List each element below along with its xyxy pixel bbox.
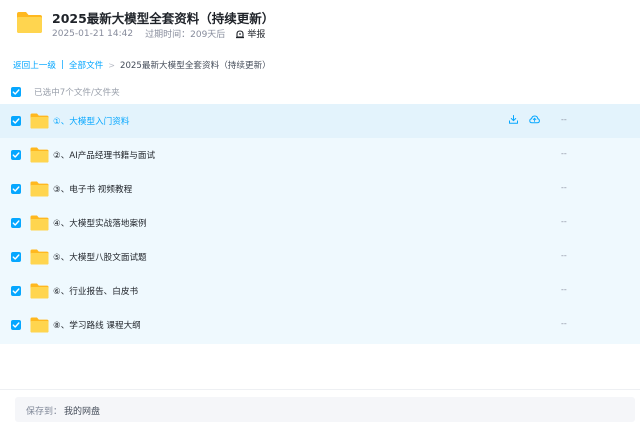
file-name[interactable]: ⑥、行业报告、白皮书 [53, 285, 138, 297]
chevron-right-icon: > [108, 60, 115, 70]
file-size: -- [561, 319, 567, 328]
list-item[interactable]: ④、大模型实战落地案例 -- [0, 206, 640, 240]
folder-icon [30, 113, 49, 129]
file-size: -- [561, 251, 567, 260]
share-title: 2025最新大模型全套资料（持续更新） [52, 11, 275, 26]
expiry-value: 209天后 [190, 30, 226, 40]
file-name[interactable]: ②、AI产品经理书籍与面试 [53, 149, 155, 161]
report-button[interactable]: 举报 [235, 27, 265, 40]
save-label-text: 保存到： [26, 407, 63, 417]
select-all-bar: 已选中7个文件/文件夹 [0, 82, 640, 102]
checkmark-icon [12, 322, 20, 328]
download-icon [509, 115, 518, 124]
report-icon [236, 29, 245, 38]
expiry-label: 过期时间： [145, 30, 191, 40]
file-name[interactable]: ①、大模型入门资料 [53, 115, 129, 127]
selection-summary: 已选中7个文件/文件夹 [34, 88, 120, 98]
file-name[interactable]: ⑧、学习路线 课程大纲 [53, 319, 141, 331]
folder-icon [30, 147, 49, 163]
checkmark-icon [12, 89, 20, 95]
share-meta: 2025-01-21 14:42 过期时间： 209天后 举报 [52, 27, 265, 41]
row-checkbox[interactable] [11, 320, 21, 330]
breadcrumb-divider: | [60, 60, 64, 70]
folder-icon [30, 317, 49, 333]
file-name[interactable]: ⑤、大模型八股文面试题 [53, 251, 147, 263]
row-checkbox[interactable] [11, 252, 21, 262]
folder-icon [30, 283, 49, 299]
checkmark-icon [12, 288, 20, 294]
file-name[interactable]: ④、大模型实战落地案例 [53, 217, 147, 229]
folder-icon [30, 181, 49, 197]
all-files-link[interactable]: 全部文件 [69, 59, 103, 71]
list-item[interactable]: ①、大模型入门资料 -- [0, 104, 640, 138]
save-to-cloud-button[interactable] [529, 114, 540, 125]
list-item[interactable]: ⑧、学习路线 课程大纲 -- [0, 308, 640, 342]
select-all-checkbox[interactable] [11, 87, 21, 97]
checkmark-icon [12, 152, 20, 158]
save-target[interactable]: 我的网盘 [64, 407, 100, 417]
save-to-label: 保存到： 我的网盘 [26, 404, 100, 417]
folder-icon [17, 12, 42, 33]
list-item[interactable]: ⑤、大模型八股文面试题 -- [0, 240, 640, 274]
file-size: -- [561, 149, 567, 158]
folder-icon [30, 249, 49, 265]
row-checkbox[interactable] [11, 286, 21, 296]
file-size: -- [561, 217, 567, 226]
file-size: -- [561, 183, 567, 192]
divider [0, 389, 640, 390]
share-date: 2025-01-21 14:42 [52, 28, 134, 39]
checkmark-icon [12, 186, 20, 192]
row-checkbox[interactable] [11, 150, 21, 160]
cloud-save-icon [529, 115, 540, 124]
file-name[interactable]: ③、电子书 视频教程 [53, 183, 132, 195]
row-checkbox[interactable] [11, 218, 21, 228]
list-item[interactable]: ②、AI产品经理书籍与面试 -- [0, 138, 640, 172]
folder-icon [30, 215, 49, 231]
list-item[interactable]: ⑥、行业报告、白皮书 -- [0, 274, 640, 308]
file-size: -- [561, 115, 567, 124]
file-size: -- [561, 285, 567, 294]
report-label: 举报 [247, 30, 266, 40]
checkmark-icon [12, 254, 20, 260]
breadcrumb: 返回上一级 | 全部文件 > 2025最新大模型全套资料（持续更新） [13, 59, 271, 71]
list-item[interactable]: ③、电子书 视频教程 -- [0, 172, 640, 206]
save-to-bar[interactable]: 保存到： 我的网盘 [15, 397, 635, 422]
download-button[interactable] [508, 114, 519, 125]
breadcrumb-current: 2025最新大模型全套资料（持续更新） [119, 61, 271, 71]
row-checkbox[interactable] [11, 116, 21, 126]
row-checkbox[interactable] [11, 184, 21, 194]
back-link[interactable]: 返回上一级 [13, 59, 56, 71]
share-header: 2025最新大模型全套资料（持续更新） 2025-01-21 14:42 过期时… [0, 0, 640, 48]
checkmark-icon [12, 118, 20, 124]
file-list: ①、大模型入门资料 -- ②、AI产品经理书籍与面试 -- ③、电子书 视频教程… [0, 104, 640, 344]
checkmark-icon [12, 220, 20, 226]
